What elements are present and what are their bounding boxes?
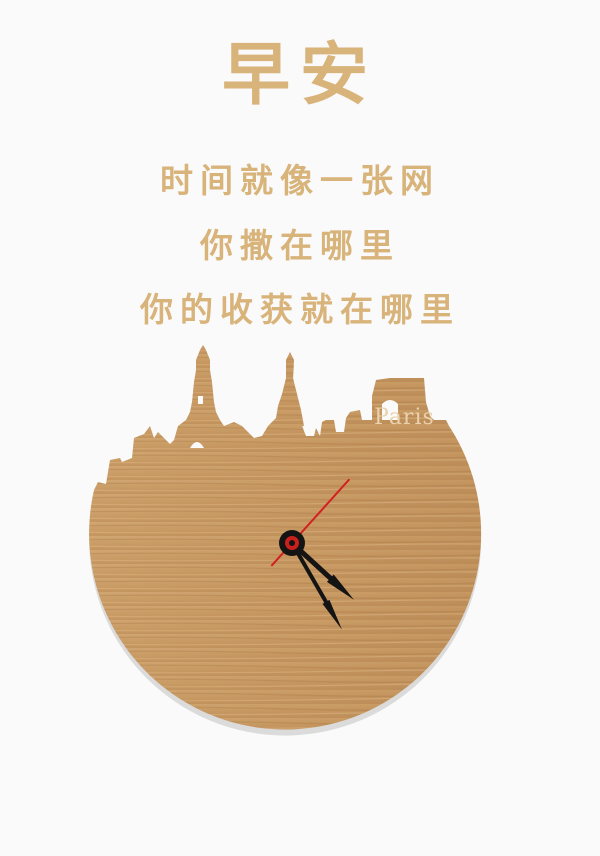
poem-line-1: 时间就像一张网 — [160, 161, 440, 200]
paris-label: Paris — [374, 405, 435, 430]
greeting-title: 早安 — [221, 36, 378, 115]
poem-line-3: 你的收获就在哪里 — [140, 290, 460, 329]
center-hub-cap — [289, 540, 295, 546]
poem-line-2: 你撒在哪里 — [200, 226, 400, 265]
paris-wall-clock: Paris — [89, 345, 482, 736]
